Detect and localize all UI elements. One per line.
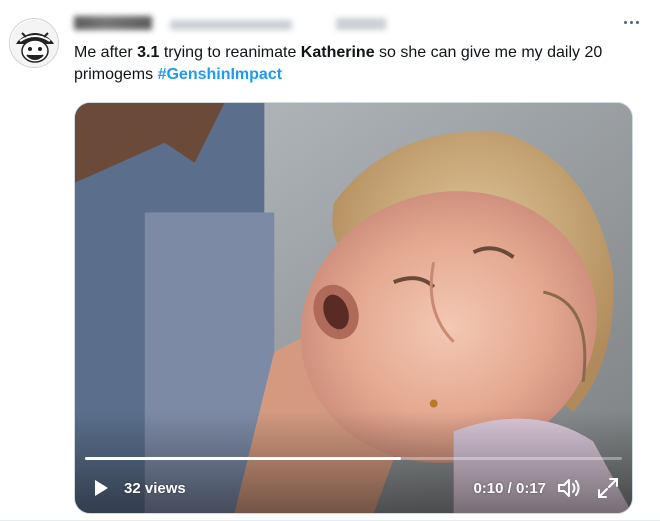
play-icon [95,480,108,496]
redacted-handle[interactable] [170,20,292,30]
video-time: 0:10 / 0:17 [473,480,546,497]
fullscreen-button[interactable] [596,476,620,500]
more-dot-icon [635,20,639,24]
avatar[interactable] [9,18,59,68]
luffy-avatar-icon [11,20,58,67]
expand-icon [598,478,618,498]
tweet-header [74,10,644,36]
tweet-text: Me after 3.1 trying to reanimate Katheri… [74,42,642,86]
tweet-text-version: 3.1 [137,44,160,61]
video-controls: 32 views 0:10 / 0:17 [75,463,632,513]
more-dot-icon [629,20,633,24]
tweet-text-part: trying to reanimate [159,44,301,61]
volume-icon [558,479,580,497]
video-progress-fill [85,457,401,460]
redacted-date[interactable] [336,18,386,30]
view-count: 32 views [124,480,186,497]
play-button[interactable] [91,478,111,498]
tweet-text-character: Katherine [300,44,375,61]
hashtag-link[interactable]: #GenshinImpact [158,66,282,83]
video-progress-track[interactable] [85,457,622,460]
video-player[interactable]: 32 views 0:10 / 0:17 [74,102,633,514]
more-dot-icon [623,20,627,24]
redacted-display-name[interactable] [74,16,152,30]
more-options-button[interactable] [618,12,644,32]
tweet: Me after 3.1 trying to reanimate Katheri… [0,0,660,521]
mute-button[interactable] [556,476,582,500]
video-frame [75,103,632,513]
tweet-text-part: Me after [74,44,138,61]
